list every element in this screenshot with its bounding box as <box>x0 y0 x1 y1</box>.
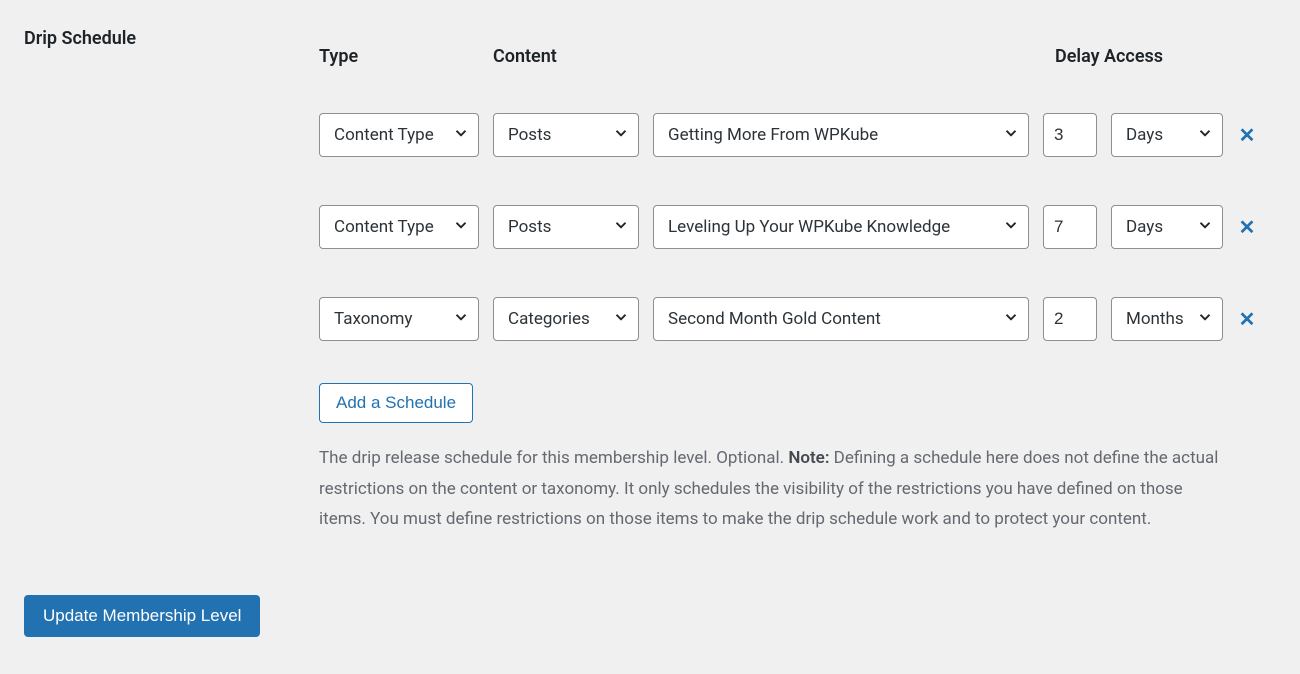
chevron-down-icon <box>612 308 630 330</box>
subtype-select[interactable]: Categories <box>493 297 639 341</box>
delay-unit-value: Days <box>1126 127 1192 144</box>
schedule-row: Content Type Posts Getting More From WPK… <box>319 113 1276 157</box>
schedule-row: Taxonomy Categories Second Month Gold Co… <box>319 297 1276 341</box>
delay-amount-input[interactable] <box>1043 205 1097 249</box>
chevron-down-icon <box>1002 216 1020 238</box>
chevron-down-icon <box>1196 308 1214 330</box>
delay-unit-select[interactable]: Months <box>1111 297 1223 341</box>
chevron-down-icon <box>1002 308 1020 330</box>
type-select[interactable]: Content Type <box>319 113 479 157</box>
target-select[interactable]: Second Month Gold Content <box>653 297 1029 341</box>
chevron-down-icon <box>452 124 470 146</box>
type-select[interactable]: Taxonomy <box>319 297 479 341</box>
subtype-select[interactable]: Posts <box>493 113 639 157</box>
chevron-down-icon <box>452 308 470 330</box>
type-select-value: Content Type <box>334 127 448 144</box>
column-headers: Type Content Delay Access <box>319 28 1276 67</box>
target-select[interactable]: Leveling Up Your WPKube Knowledge <box>653 205 1029 249</box>
type-select-value: Taxonomy <box>334 311 448 328</box>
type-select-value: Content Type <box>334 219 448 236</box>
remove-row-icon[interactable]: ✕ <box>1237 309 1257 329</box>
chevron-down-icon <box>612 216 630 238</box>
delay-amount-input[interactable] <box>1043 113 1097 157</box>
target-select-value: Leveling Up Your WPKube Knowledge <box>668 219 998 236</box>
delay-unit-select[interactable]: Days <box>1111 113 1223 157</box>
description-note-label: Note: <box>788 448 829 468</box>
chevron-down-icon <box>452 216 470 238</box>
section-title: Drip Schedule <box>24 28 319 49</box>
delay-unit-value: Days <box>1126 219 1192 236</box>
target-select[interactable]: Getting More From WPKube <box>653 113 1029 157</box>
header-delay: Delay Access <box>1055 46 1163 67</box>
delay-amount-input[interactable] <box>1043 297 1097 341</box>
delay-unit-value: Months <box>1126 311 1192 328</box>
schedule-row: Content Type Posts Leveling Up Your WPKu… <box>319 205 1276 249</box>
header-type: Type <box>319 46 493 67</box>
add-schedule-button[interactable]: Add a Schedule <box>319 383 473 423</box>
chevron-down-icon <box>1196 216 1214 238</box>
subtype-select[interactable]: Posts <box>493 205 639 249</box>
description-pre: The drip release schedule for this membe… <box>319 448 788 468</box>
remove-row-icon[interactable]: ✕ <box>1237 125 1257 145</box>
target-select-value: Getting More From WPKube <box>668 127 998 144</box>
section-description: The drip release schedule for this membe… <box>319 443 1219 535</box>
chevron-down-icon <box>612 124 630 146</box>
update-membership-level-button[interactable]: Update Membership Level <box>24 595 260 637</box>
remove-row-icon[interactable]: ✕ <box>1237 217 1257 237</box>
target-select-value: Second Month Gold Content <box>668 311 998 328</box>
subtype-select-value: Posts <box>508 219 608 236</box>
chevron-down-icon <box>1196 124 1214 146</box>
type-select[interactable]: Content Type <box>319 205 479 249</box>
chevron-down-icon <box>1002 124 1020 146</box>
subtype-select-value: Posts <box>508 127 608 144</box>
delay-unit-select[interactable]: Days <box>1111 205 1223 249</box>
subtype-select-value: Categories <box>508 311 608 328</box>
header-content: Content <box>493 46 1055 67</box>
